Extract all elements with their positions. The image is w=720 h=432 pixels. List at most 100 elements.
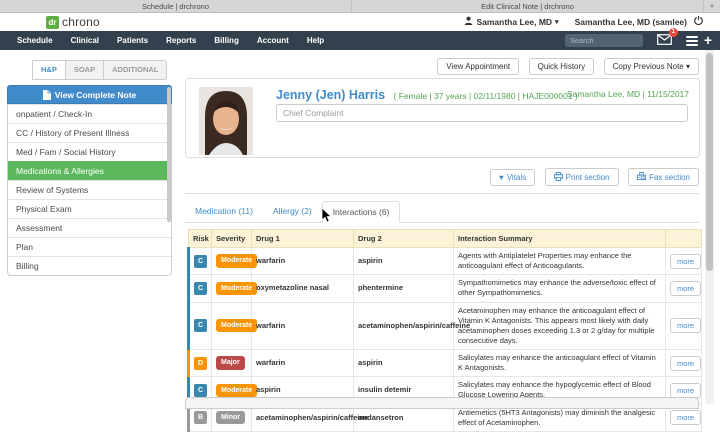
view-appointment-button[interactable]: View Appointment (437, 58, 520, 75)
medication-tab[interactable]: Interactions (6) (321, 201, 401, 223)
drug1-cell: oxymetazoline nasal (251, 274, 354, 303)
search-input[interactable] (564, 34, 643, 47)
note-section-item[interactable]: Medications & Allergies (8, 161, 171, 180)
nav-item[interactable]: Patients (108, 31, 157, 50)
note-type-tab[interactable]: H&P (32, 60, 66, 80)
drchrono-logo[interactable]: dr chrono (46, 15, 100, 29)
patient-photo (199, 87, 253, 155)
note-type-tabs: H&P SOAP ADDITIONAL (32, 60, 168, 80)
document-icon (42, 89, 51, 100)
note-section-item[interactable]: Assessment (8, 218, 171, 237)
note-section-label: Plan (16, 242, 34, 252)
severity-badge: Moderate (216, 319, 258, 333)
nav-item[interactable]: Account (248, 31, 298, 50)
note-section-item[interactable]: Review of Systems (8, 180, 171, 199)
severity-badge: Minor (216, 410, 246, 425)
note-section-label: CC / History of Present Illness (16, 128, 130, 138)
note-section-label: Medications & Allergies (16, 166, 104, 176)
drug2-cell: aspirin (353, 246, 454, 276)
printer-icon (553, 172, 563, 181)
table-row: D Major warfarin aspirin Salicylates may… (187, 348, 702, 378)
mouse-cursor (321, 207, 333, 229)
severity-badge: Moderate (216, 254, 258, 268)
logout-power-icon[interactable] (691, 16, 706, 27)
main-navbar: Schedule Clinical Patients Reports Billing Ac… (0, 27, 720, 50)
nav-item[interactable]: Billing (205, 31, 247, 50)
more-button[interactable]: more (670, 280, 702, 296)
messages-button[interactable]: 1 (656, 27, 678, 50)
nav-item[interactable]: Schedule (8, 31, 62, 50)
table-row: C Moderate warfarin acetaminophen/aspiri… (187, 301, 702, 350)
copy-previous-note-button[interactable]: Copy Previous Note ▾ (603, 58, 699, 75)
hamburger-menu-icon[interactable] (685, 34, 698, 48)
note-section-label: Physical Exam (16, 204, 72, 214)
note-section-item[interactable]: Billing (8, 256, 171, 275)
severity-badge: Moderate (216, 281, 258, 296)
column-header: Severity (211, 229, 252, 248)
note-section-item[interactable]: onpatient / Check-In (8, 104, 171, 123)
logo-dr-icon: dr (46, 15, 59, 29)
column-header: Risk (188, 229, 212, 248)
note-section-item[interactable]: CC / History of Present Illness (8, 123, 171, 142)
fax-section-button[interactable]: Fax section (628, 168, 699, 186)
browser-tab[interactable]: Edit Clinical Note | drchrono (352, 0, 704, 13)
more-button[interactable]: more (670, 410, 702, 426)
note-section-label: Review of Systems (16, 185, 89, 195)
drug2-cell: acetaminophen/aspirin/caffeine (353, 301, 470, 350)
column-header (665, 229, 702, 248)
patient-name[interactable]: Jenny (Jen) Harris (276, 88, 385, 102)
more-button[interactable]: more (670, 355, 702, 371)
quick-history-button[interactable]: Quick History (528, 58, 595, 75)
more-button[interactable]: more (670, 382, 702, 398)
vitals-button[interactable]: ♥ Vitals (489, 169, 536, 186)
note-type-tab-label: SOAP (73, 65, 96, 74)
sidebar-scrollbar-thumb[interactable] (167, 87, 171, 222)
note-section-label: Med / Fam / Social History (16, 147, 116, 157)
new-tab-button[interactable]: + (704, 0, 720, 12)
provider-and-date: Samantha Lee, MD | 11/15/2017 (566, 89, 689, 99)
nav-item-label: Clinical (70, 36, 100, 45)
nav-item[interactable]: Help (298, 31, 333, 50)
next-section-panel-edge (185, 397, 699, 409)
column-header: Drug 1 (251, 229, 354, 248)
severity-badge: Moderate (216, 383, 258, 398)
patient-header-card: Jenny (Jen) Harris ( Female | 37 years |… (185, 78, 700, 158)
heart-icon: ♥ (498, 173, 504, 182)
browser-tab[interactable]: Schedule | drchrono (0, 0, 352, 13)
print-section-button[interactable]: Print section (544, 168, 619, 186)
note-type-tab[interactable]: ADDITIONAL (103, 60, 168, 80)
user-account-label[interactable]: Samantha Lee, MD (samlee) (575, 17, 687, 27)
medication-tab-label: Interactions (6) (332, 207, 390, 217)
appointment-toolbar: View Appointment Quick History Copy Prev… (185, 56, 699, 75)
interaction-summary-cell: Agents with Antiplatelet Properties may … (453, 246, 666, 276)
nav-menu: Schedule Clinical Patients Reports Billing Ac… (0, 31, 333, 50)
medication-tabs: Medication (11) Allergy (2) Interactions (… (185, 201, 700, 223)
medication-tab-label: Allergy (2) (272, 206, 312, 216)
note-section-item[interactable]: Med / Fam / Social History (8, 142, 171, 161)
nav-item-label: Billing (214, 36, 239, 45)
medication-tab[interactable]: Medication (11) (185, 201, 263, 221)
user-icon (461, 16, 476, 27)
risk-badge: C (194, 254, 207, 268)
nav-item-label: Patients (117, 36, 149, 45)
severity-badge: Major (216, 356, 245, 370)
medication-tab[interactable]: Allergy (2) (263, 201, 322, 221)
note-type-tab-label: H&P (41, 65, 57, 74)
fax-icon (637, 172, 647, 181)
note-section-item[interactable]: Plan (8, 237, 171, 256)
user-dropdown[interactable]: Samantha Lee, MD (476, 17, 552, 27)
chief-complaint-input[interactable] (276, 104, 688, 122)
nav-item[interactable]: Reports (157, 31, 205, 50)
nav-item-label: Schedule (17, 36, 53, 45)
more-button[interactable]: more (670, 318, 702, 334)
more-button[interactable]: more (670, 253, 702, 269)
add-button[interactable]: + (704, 31, 712, 50)
note-type-tab[interactable]: SOAP (64, 60, 105, 80)
browser-tab-title: Schedule | drchrono (142, 2, 209, 11)
nav-item[interactable]: Clinical (62, 31, 108, 50)
page-scrollbar-thumb[interactable] (706, 53, 713, 271)
interaction-summary-cell: Sympathomimetics may enhance the adverse… (453, 274, 666, 303)
note-section-item[interactable]: Physical Exam (8, 199, 171, 218)
risk-badge: B (194, 411, 207, 425)
view-complete-note-button[interactable]: View Complete Note (7, 85, 172, 104)
